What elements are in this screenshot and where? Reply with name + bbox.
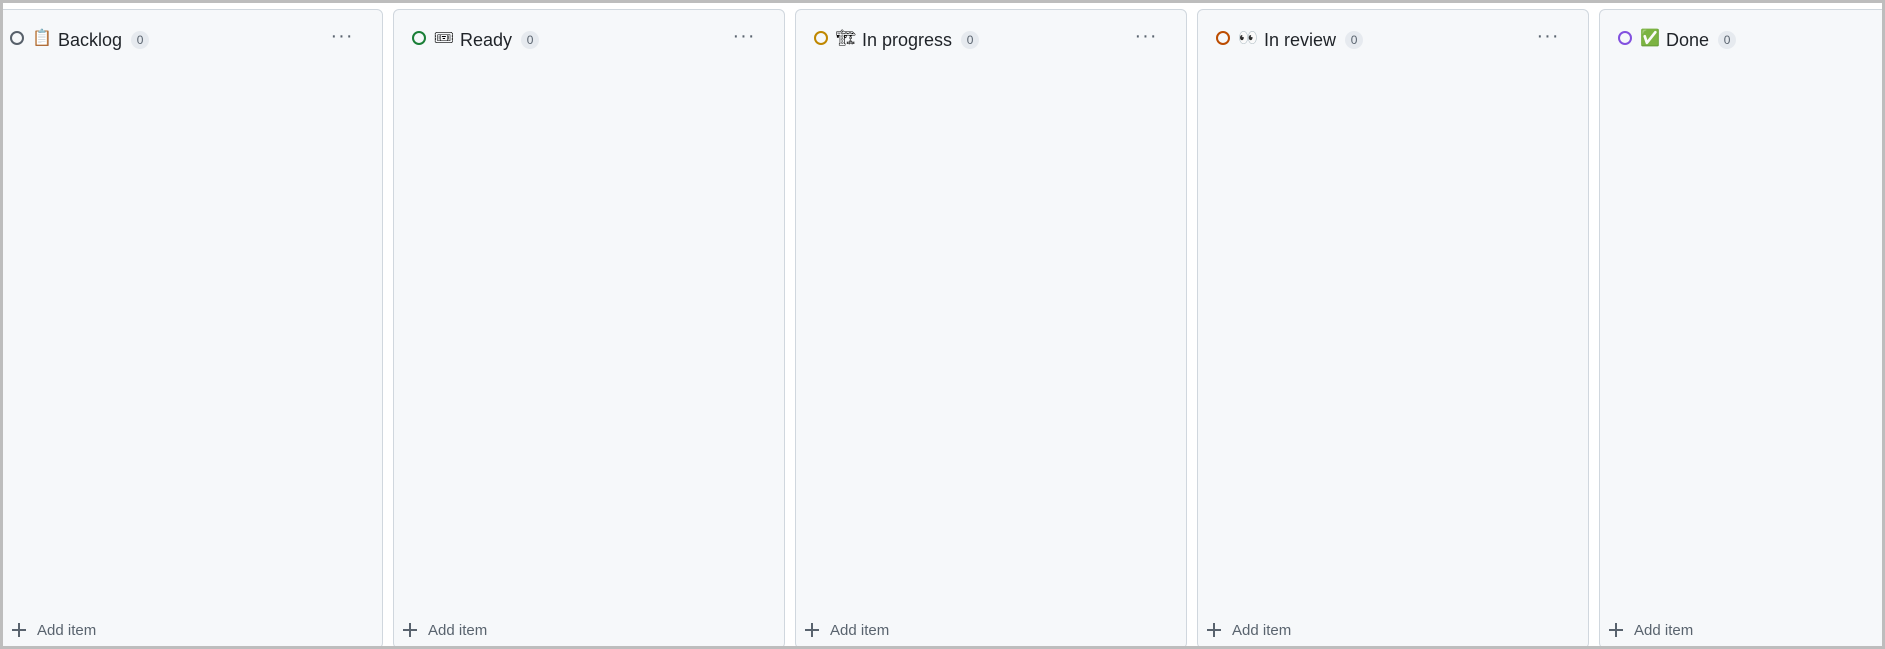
plus-icon — [12, 623, 26, 637]
column-ready: 🎟 Ready 0 ··· Add item — [393, 9, 785, 646]
column-title: In review 0 — [1264, 30, 1364, 50]
item-count-badge: 0 — [961, 31, 980, 49]
more-options-icon: ··· — [1536, 24, 1560, 47]
column-title: Done 0 — [1666, 30, 1737, 50]
add-item-label: Add item — [37, 621, 97, 639]
column-backlog: 📋 Backlog 0 ··· Add item — [3, 9, 383, 646]
status-circle-icon — [1216, 31, 1230, 45]
status-circle-icon — [412, 31, 426, 45]
column-title-text: Backlog — [58, 30, 123, 50]
add-item-button[interactable]: Add item — [403, 618, 487, 642]
column-title-text: In review — [1264, 30, 1337, 50]
status-circle-icon — [814, 31, 828, 45]
clipboard-icon: 📋 — [32, 30, 52, 47]
add-item-button[interactable]: Add item — [1609, 618, 1693, 642]
column-in-review: 👀 In review 0 ··· Add item — [1197, 9, 1589, 646]
project-board: 📋 Backlog 0 ··· Add item 🎟 Ready 0 ··· A… — [3, 6, 1882, 646]
column-menu-button[interactable]: ··· — [1534, 24, 1562, 47]
more-options-icon: ··· — [732, 24, 756, 47]
column-menu-button[interactable]: ··· — [328, 24, 356, 47]
plus-icon — [403, 623, 417, 637]
column-title-text: In progress — [862, 30, 953, 50]
column-header: 📋 Backlog 0 ··· — [3, 10, 382, 68]
more-options-icon: ··· — [1134, 24, 1158, 47]
status-circle-icon — [10, 31, 24, 45]
eyes-icon: 👀 — [1238, 30, 1258, 47]
item-count-badge: 0 — [1718, 31, 1737, 49]
item-count-badge: 0 — [131, 31, 150, 49]
item-count-badge: 0 — [521, 31, 540, 49]
column-header: 🎟 Ready 0 ··· — [394, 10, 784, 68]
add-item-button[interactable]: Add item — [1207, 618, 1291, 642]
add-item-button[interactable]: Add item — [12, 618, 96, 642]
column-header: 🏗 In progress 0 ··· — [796, 10, 1186, 68]
plus-icon — [1207, 623, 1221, 637]
column-title-text: Ready — [460, 30, 513, 50]
status-circle-icon — [1618, 31, 1632, 45]
column-done: ✅ Done 0 Add item — [1599, 9, 1882, 646]
column-in-progress: 🏗 In progress 0 ··· Add item — [795, 9, 1187, 646]
column-title: In progress 0 — [862, 30, 980, 50]
column-header: 👀 In review 0 ··· — [1198, 10, 1588, 68]
construction-icon: 🏗 — [835, 30, 857, 47]
app-frame: 📋 Backlog 0 ··· Add item 🎟 Ready 0 ··· A… — [0, 0, 1885, 649]
ticket-icon: 🎟 — [433, 30, 455, 47]
add-item-label: Add item — [1232, 621, 1292, 639]
add-item-label: Add item — [1634, 621, 1694, 639]
column-header: ✅ Done 0 — [1600, 10, 1882, 68]
check-mark-icon: ✅ — [1640, 30, 1660, 47]
column-menu-button[interactable]: ··· — [730, 24, 758, 47]
column-title: Ready 0 — [460, 30, 540, 50]
add-item-button[interactable]: Add item — [805, 618, 889, 642]
add-item-label: Add item — [428, 621, 488, 639]
plus-icon — [805, 623, 819, 637]
plus-icon — [1609, 623, 1623, 637]
more-options-icon: ··· — [330, 24, 354, 47]
item-count-badge: 0 — [1345, 31, 1364, 49]
column-menu-button[interactable]: ··· — [1132, 24, 1160, 47]
column-title-text: Done — [1666, 30, 1710, 50]
column-title: Backlog 0 — [58, 30, 150, 50]
add-item-label: Add item — [830, 621, 890, 639]
